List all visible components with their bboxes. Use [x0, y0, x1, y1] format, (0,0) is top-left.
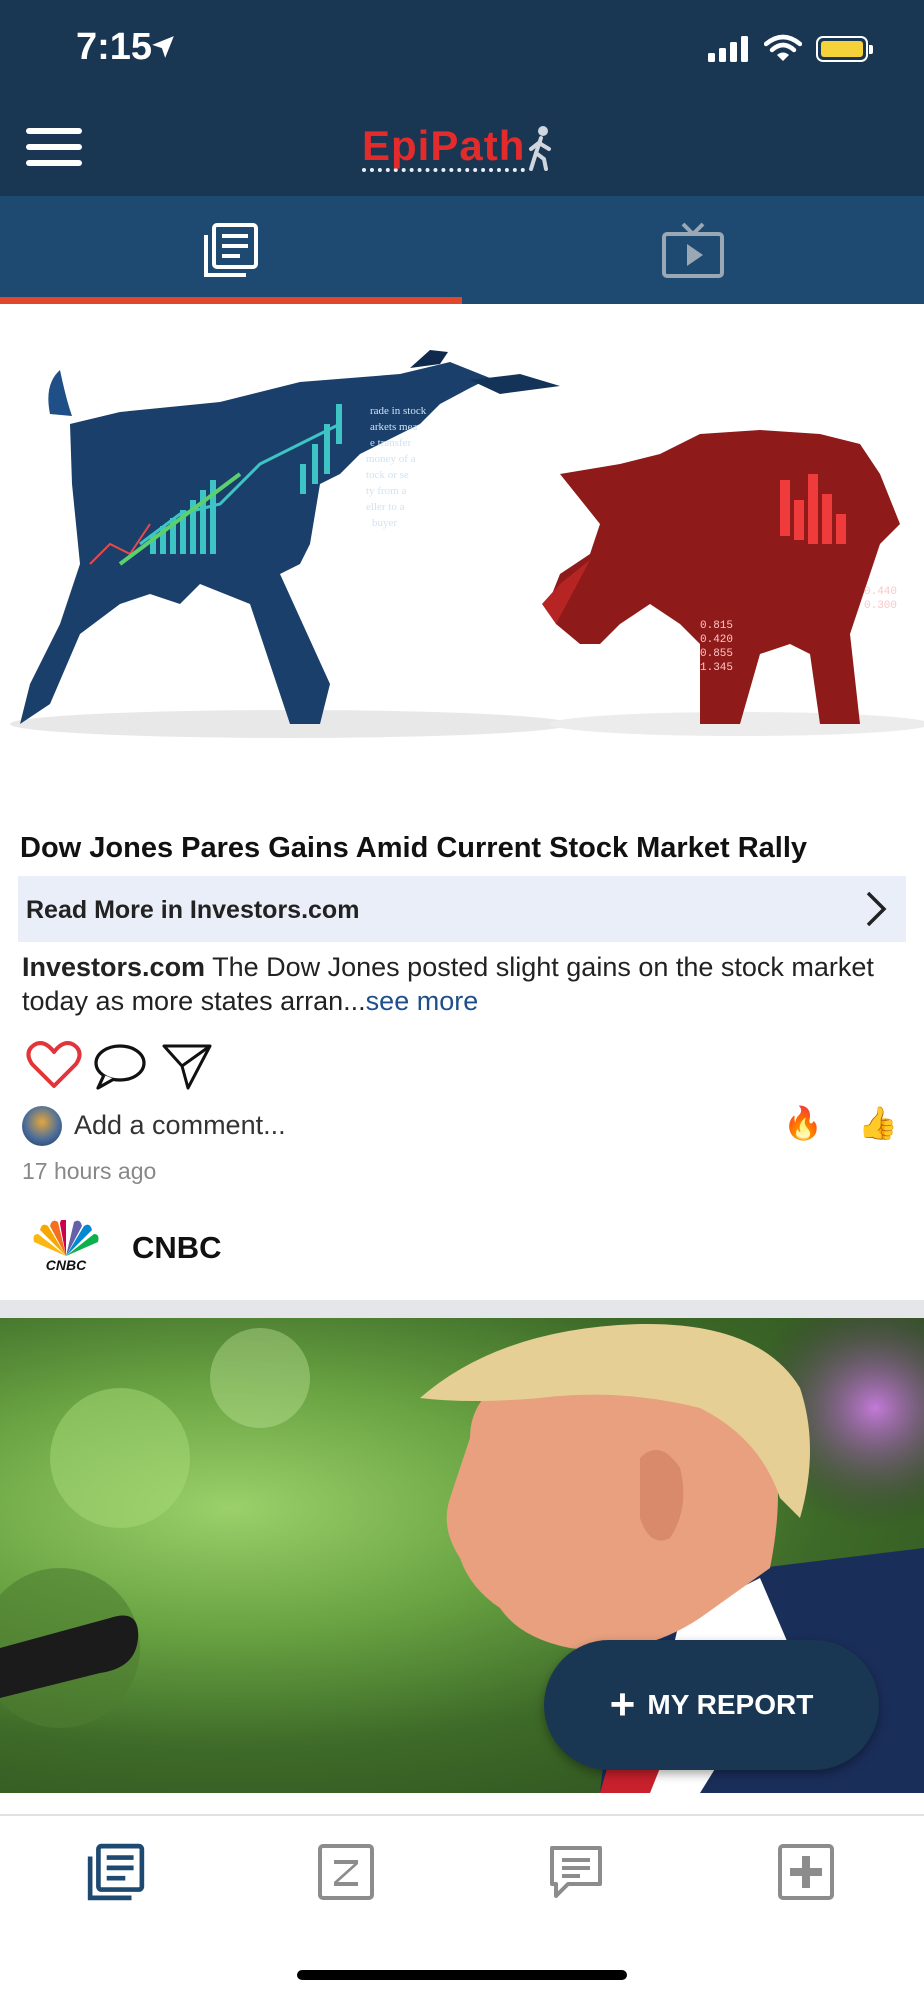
- svg-text:0.300: 0.300: [864, 600, 897, 612]
- home-indicator[interactable]: [297, 1970, 627, 1980]
- z-square-icon: [318, 1844, 374, 1900]
- post-timestamp: 17 hours ago: [22, 1158, 157, 1184]
- fire-reaction[interactable]: 🔥: [783, 1105, 823, 1141]
- nav-messages[interactable]: [546, 1842, 610, 1906]
- svg-text:buyer: buyer: [372, 517, 397, 529]
- chat-icon: [550, 1846, 602, 1898]
- article-headline[interactable]: Dow Jones Pares Gains Amid Current Stock…: [20, 832, 910, 865]
- app-logo: EpiPath: [362, 118, 555, 178]
- my-report-button[interactable]: + MY REPORT: [544, 1640, 879, 1770]
- news-icon: [87, 1843, 145, 1901]
- svg-text:0.815: 0.815: [700, 620, 733, 632]
- comment-icon[interactable]: [92, 1042, 146, 1092]
- walking-person-icon: [529, 126, 552, 171]
- app-logo-text: EpiPath: [362, 124, 526, 172]
- svg-text:e transfer: e transfer: [370, 437, 412, 449]
- bull-bear-illustration: rade in stock arkets mea e transfer mone…: [10, 350, 924, 738]
- read-more-label: Read More in Investors.com: [26, 896, 360, 924]
- add-comment-input[interactable]: Add a comment...: [74, 1110, 286, 1141]
- cnbc-peacock-icon: CNBC: [33, 1219, 99, 1273]
- feed-divider: [0, 1300, 924, 1318]
- menu-bar: [26, 144, 82, 150]
- wifi-icon: [764, 34, 802, 61]
- see-more-link[interactable]: see more: [366, 986, 479, 1016]
- plus-icon: +: [609, 1680, 636, 1729]
- status-time: 7:15: [76, 26, 153, 68]
- cellular-signal-icon: [708, 36, 748, 62]
- heart-icon[interactable]: [26, 1040, 82, 1090]
- status-bar: 7:15: [0, 0, 924, 100]
- battery-icon: [816, 36, 873, 62]
- tab-news[interactable]: [0, 196, 462, 304]
- svg-text:0.855: 0.855: [700, 648, 733, 660]
- plus-square-icon: [778, 1844, 834, 1900]
- article-image[interactable]: rade in stock arkets mea e transfer mone…: [0, 304, 924, 800]
- svg-text:rade in stock: rade in stock: [370, 405, 427, 417]
- nav-add[interactable]: [776, 1842, 840, 1906]
- my-report-label: MY REPORT: [647, 1689, 814, 1720]
- location-arrow-icon: [152, 36, 174, 58]
- menu-bar: [26, 160, 82, 166]
- svg-text:arkets mea: arkets mea: [370, 421, 417, 433]
- read-more-link[interactable]: Read More in Investors.com: [18, 876, 906, 942]
- tab-video[interactable]: [462, 196, 924, 304]
- description-source: Investors.com: [22, 952, 206, 982]
- user-avatar: [22, 1106, 62, 1146]
- svg-text:money of a: money of a: [366, 453, 416, 465]
- tv-play-icon: [662, 222, 724, 278]
- nav-z[interactable]: [316, 1842, 380, 1906]
- svg-text:1.345: 1.345: [700, 662, 733, 674]
- svg-text:0.420: 0.420: [700, 634, 733, 646]
- thumbs-up-reaction[interactable]: 👍: [858, 1105, 898, 1141]
- active-tab-indicator: [0, 297, 462, 304]
- svg-text:tock or se: tock or se: [366, 469, 409, 481]
- send-icon[interactable]: [160, 1040, 214, 1092]
- cnbc-logo-text: CNBC: [46, 1257, 87, 1272]
- news-icon: [204, 223, 258, 277]
- source-logo: CNBC: [28, 1219, 104, 1277]
- svg-text:ty from a: ty from a: [366, 485, 406, 497]
- reaction-bar: 🔥 👍: [757, 1104, 898, 1142]
- chevron-right-icon: [866, 891, 887, 927]
- svg-text:eller to a: eller to a: [366, 501, 405, 513]
- menu-button[interactable]: [26, 128, 82, 168]
- menu-bar: [26, 128, 82, 134]
- source-name[interactable]: CNBC: [132, 1230, 222, 1266]
- svg-text:0.440: 0.440: [864, 586, 897, 598]
- tab-bar: [0, 196, 924, 304]
- nav-news[interactable]: [86, 1842, 150, 1906]
- app-header: EpiPath: [0, 100, 924, 196]
- article-description: Investors.com The Dow Jones posted sligh…: [22, 950, 892, 1018]
